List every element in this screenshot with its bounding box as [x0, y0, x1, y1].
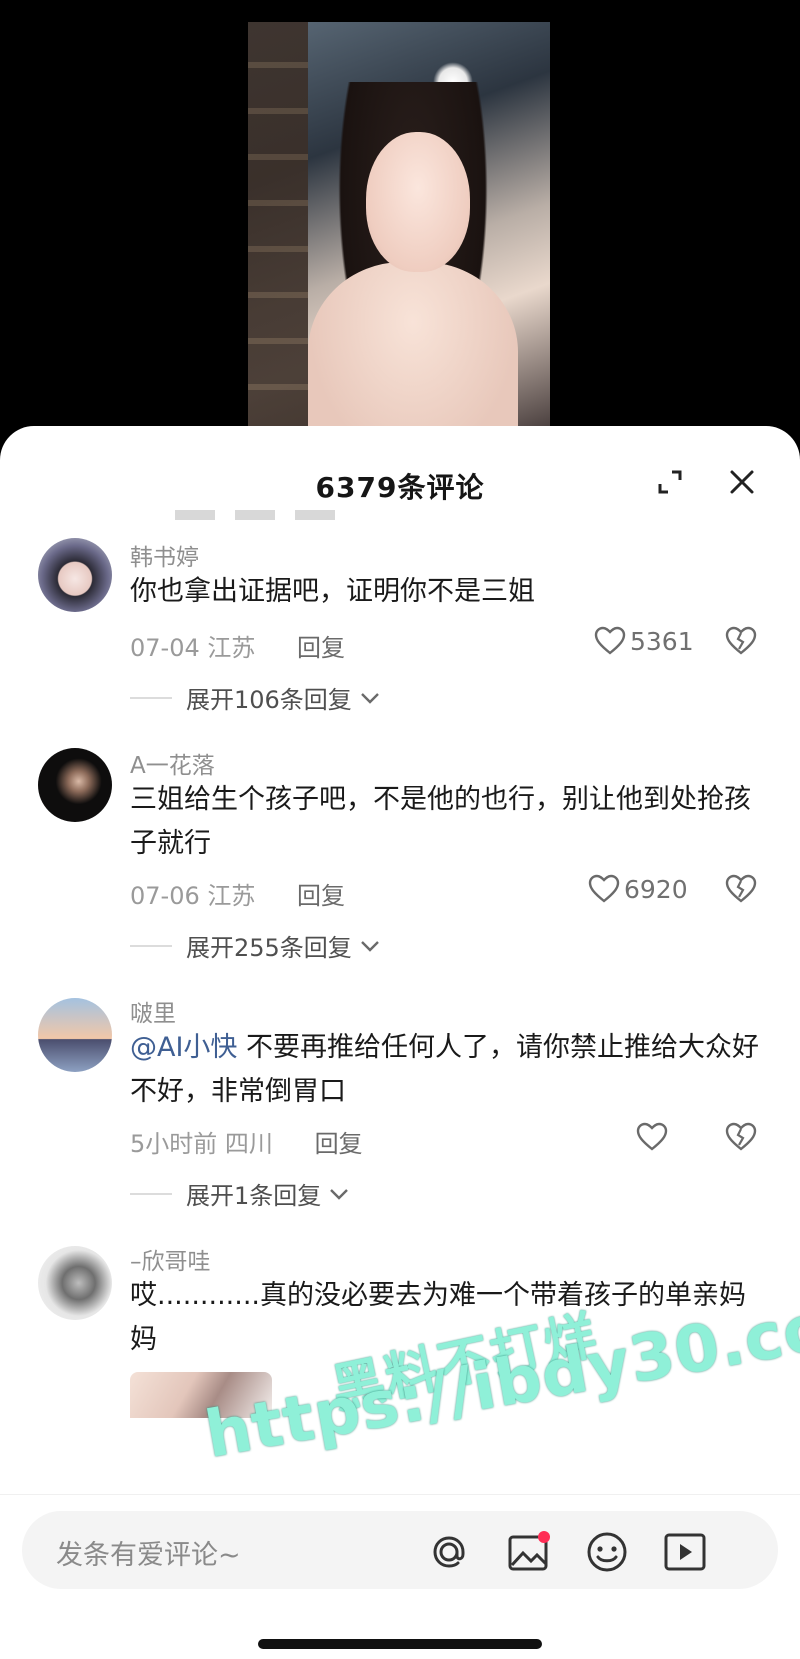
broken-heart-icon [725, 1122, 757, 1151]
video-frame[interactable] [248, 22, 550, 442]
expand-icon [658, 470, 682, 494]
cut-off-previous-row [175, 510, 355, 520]
comment-text: @AI小快 不要再推给任何人了，请你禁止推给大众好不好，非常倒胃口 [130, 1026, 760, 1114]
dislike-button[interactable] [724, 1122, 758, 1156]
expand-replies-button[interactable]: 展开106条回复 [130, 680, 380, 715]
expand-divider [130, 696, 172, 699]
video-subject-face [366, 132, 470, 272]
expand-divider [130, 1192, 172, 1195]
comment-item: A一花落 三姐给生个孩子吧，不是他的也行，别让他到处抢孩子就行 07-06 江苏… [0, 744, 800, 984]
reply-button[interactable]: 回复 [297, 634, 345, 662]
emoji-button[interactable] [584, 1529, 630, 1575]
comment-username[interactable]: 韩书婷 [130, 538, 199, 572]
heart-icon [594, 626, 626, 655]
comments-sheet: 6379条评论 韩书婷 你也拿出证据吧，证明你不是三姐 07-04 江苏 回复 [0, 426, 800, 1659]
avatar[interactable] [38, 748, 112, 822]
like-button[interactable]: 6920 [588, 874, 688, 904]
avatar[interactable] [38, 998, 112, 1072]
expand-replies-button[interactable]: 展开255条回复 [130, 928, 380, 963]
sheet-header: 6379条评论 [0, 426, 800, 512]
heart-icon [636, 1122, 668, 1151]
image-picker-button[interactable] [506, 1529, 552, 1575]
comment-input[interactable]: 发条有爱评论~ [22, 1511, 778, 1589]
comment-username[interactable]: –欣哥哇 [130, 1242, 211, 1276]
avatar[interactable] [38, 1246, 112, 1320]
video-area[interactable] [0, 0, 800, 442]
chevron-down-icon [330, 1188, 349, 1200]
comment-meta: 07-04 江苏 回复 [130, 628, 345, 663]
video-subject-body [308, 262, 518, 442]
comment-location: 江苏 [207, 882, 256, 910]
broken-heart-icon [725, 626, 757, 655]
comment-meta: 07-06 江苏 回复 [130, 876, 345, 911]
expand-replies-label: 展开255条回复 [186, 934, 352, 962]
chevron-down-icon [360, 940, 379, 952]
comment-location: 四川 [224, 1130, 273, 1158]
comment-text: 三姐给生个孩子吧，不是他的也行，别让他到处抢孩子就行 [130, 784, 751, 859]
emoji-icon [587, 1532, 627, 1572]
dislike-button[interactable] [724, 874, 758, 908]
comment-date: 5小时前 [130, 1130, 218, 1158]
comment-location: 江苏 [207, 634, 256, 662]
like-count: 6920 [624, 874, 688, 904]
bottom-input-bar: 发条有爱评论~ [0, 1494, 800, 1659]
dislike-button[interactable] [724, 626, 758, 660]
reply-button[interactable]: 回复 [297, 882, 345, 910]
expand-replies-label: 展开1条回复 [186, 1182, 322, 1210]
comment-item: 韩书婷 你也拿出证据吧，证明你不是三姐 07-04 江苏 回复 5361 展开1… [0, 534, 800, 734]
like-count: 5361 [630, 626, 694, 656]
expand-divider [130, 944, 172, 947]
chevron-down-icon [360, 692, 379, 704]
reply-button[interactable]: 回复 [315, 1130, 363, 1158]
expand-replies-label: 展开106条回复 [186, 686, 352, 714]
like-button[interactable] [636, 1122, 672, 1152]
comment-date: 07-06 [130, 882, 200, 910]
comment-username[interactable]: A一花落 [130, 746, 215, 780]
at-icon [433, 1536, 465, 1568]
close-sheet-button[interactable] [722, 462, 762, 502]
avatar[interactable] [38, 538, 112, 612]
heart-icon [588, 874, 620, 903]
home-indicator[interactable] [258, 1639, 542, 1649]
close-icon [730, 470, 754, 494]
image-icon [508, 1531, 550, 1571]
video-icon [664, 1533, 706, 1571]
like-button[interactable]: 5361 [594, 626, 694, 656]
expand-sheet-button[interactable] [650, 462, 690, 502]
expand-replies-button[interactable]: 展开1条回复 [130, 1176, 349, 1211]
mention-link[interactable]: @AI小快 [130, 1032, 237, 1063]
video-background-shelf [248, 22, 308, 442]
comment-text: 你也拿出证据吧，证明你不是三姐 [130, 576, 535, 607]
mention-button[interactable] [426, 1529, 472, 1575]
comment-date: 07-04 [130, 634, 200, 662]
comment-username[interactable]: 啵里 [130, 994, 176, 1028]
comment-meta: 5小时前 四川 回复 [130, 1124, 363, 1159]
broken-heart-icon [725, 874, 757, 903]
video-reply-button[interactable] [662, 1529, 708, 1575]
comment-item: 啵里 @AI小快 不要再推给任何人了，请你禁止推给大众好不好，非常倒胃口 5小时… [0, 992, 800, 1232]
comment-input-placeholder: 发条有爱评论~ [56, 1540, 241, 1571]
